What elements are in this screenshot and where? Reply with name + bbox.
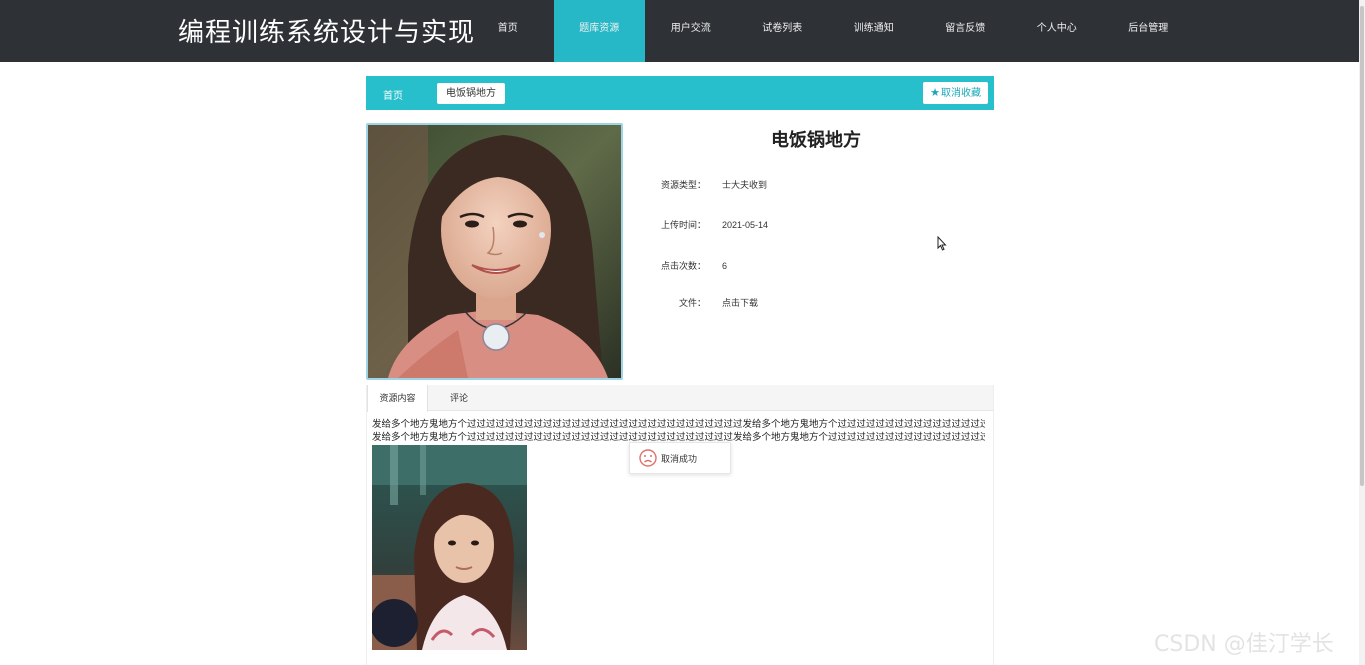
page-scrollbar[interactable]: [1359, 0, 1365, 665]
resource-cover-image: [366, 123, 623, 380]
watermark: CSDN @佳汀学长: [1154, 632, 1334, 657]
toast-notification: 取消成功: [629, 442, 731, 474]
nav-item-resources[interactable]: 题库资源: [553, 0, 645, 62]
info-value: 6: [722, 261, 728, 271]
tab-content[interactable]: 资源内容: [367, 385, 428, 412]
content-line: 发给多个地方鬼地方个过过过过过过过过过过过过过过过过过过过过过过过过过过过过过发…: [372, 419, 985, 430]
mouse-cursor-icon: [937, 235, 947, 256]
unfavorite-button-label: 取消收藏: [941, 88, 981, 99]
top-navbar: 编程训练系统设计与实现 首页 题库资源 用户交流 试卷列表 训练通知 留言反馈 …: [0, 0, 1365, 62]
breadcrumb: 首页 电饭锅地方 ★取消收藏: [366, 76, 994, 110]
breadcrumb-home-link[interactable]: 首页: [383, 87, 403, 102]
tab-header: 资源内容 评论: [367, 385, 993, 412]
content-photo: [372, 445, 527, 650]
info-row-file: 文件： 点击下载: [640, 296, 758, 309]
resource-content-text: 发给多个地方鬼地方个过过过过过过过过过过过过过过过过过过过过过过过过过过过过过发…: [372, 418, 985, 444]
scrollbar-thumb[interactable]: [1360, 6, 1364, 486]
info-row-type: 资源类型： 士大夫收到: [640, 178, 767, 191]
site-title: 编程训练系统设计与实现: [178, 18, 476, 48]
info-label: 点击次数：: [660, 261, 706, 271]
nav-item-profile[interactable]: 个人中心: [1011, 0, 1103, 62]
info-value: 2021-05-14: [722, 220, 769, 230]
info-value: 士大夫收到: [722, 180, 768, 190]
info-row-clicks: 点击次数： 6: [640, 259, 727, 272]
breadcrumb-current: 电饭锅地方: [437, 83, 505, 104]
info-label: 文件：: [678, 298, 706, 308]
nav-item-exams[interactable]: 试卷列表: [737, 0, 829, 62]
resource-title: 电饭锅地方: [771, 130, 861, 150]
info-row-upload-time: 上传时间： 2021-05-14: [640, 218, 768, 231]
toast-message: 取消成功: [661, 454, 698, 464]
tab-comments[interactable]: 评论: [450, 385, 468, 411]
sad-face-icon: [639, 449, 657, 472]
nav-item-admin[interactable]: 后台管理: [1103, 0, 1195, 62]
info-label: 上传时间：: [660, 220, 706, 230]
nav-item-feedback[interactable]: 留言反馈: [920, 0, 1012, 62]
resource-tabs-panel: 资源内容 评论 发给多个地方鬼地方个过过过过过过过过过过过过过过过过过过过过过过…: [366, 385, 994, 665]
nav-item-home[interactable]: 首页: [462, 0, 554, 62]
nav-item-notices[interactable]: 训练通知: [828, 0, 920, 62]
download-link[interactable]: 点击下载: [722, 296, 758, 309]
star-icon: ★: [930, 87, 940, 99]
nav-item-forum[interactable]: 用户交流: [645, 0, 737, 62]
info-label: 资源类型：: [660, 180, 706, 190]
main-nav: 首页 题库资源 用户交流 试卷列表 训练通知 留言反馈 个人中心 后台管理: [462, 0, 1194, 62]
unfavorite-button[interactable]: ★取消收藏: [923, 82, 988, 104]
